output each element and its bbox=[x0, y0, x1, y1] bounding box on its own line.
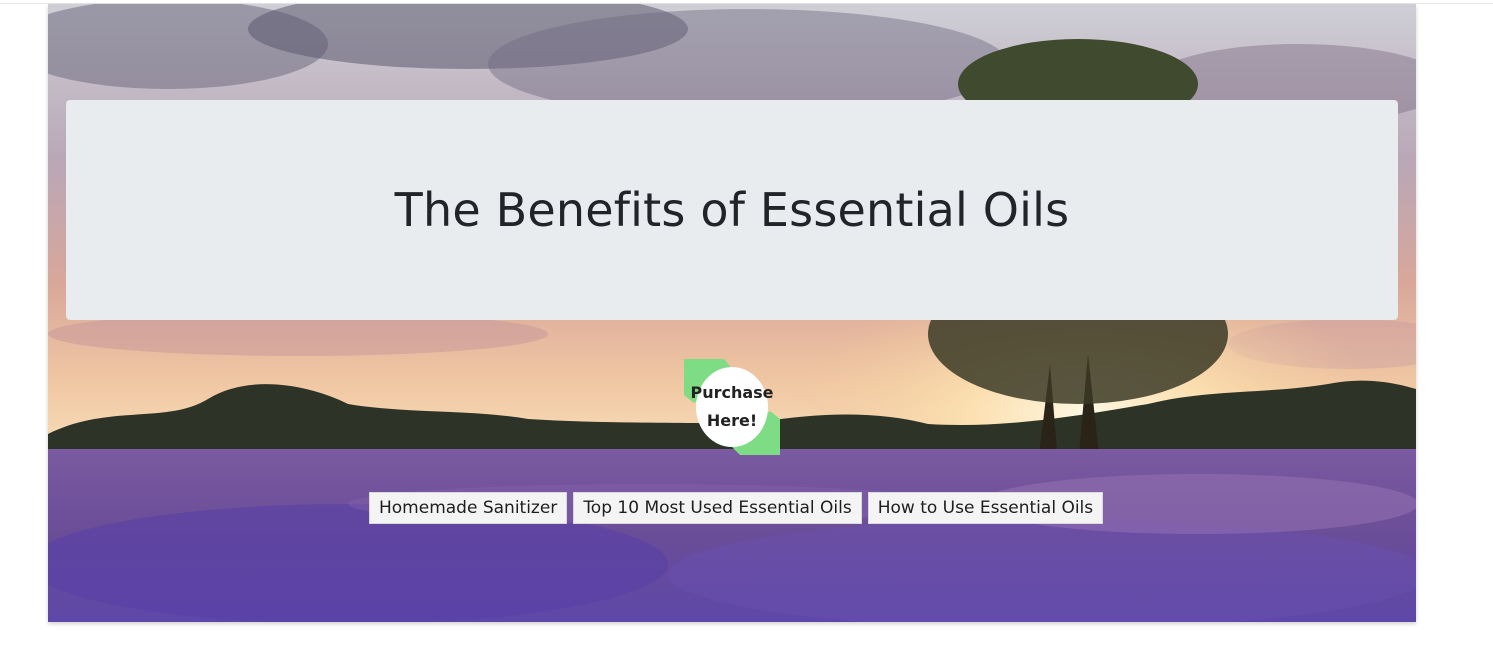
homemade-sanitizer-button[interactable]: Homemade Sanitizer bbox=[369, 492, 568, 524]
page-title: The Benefits of Essential Oils bbox=[394, 183, 1070, 237]
how-to-use-oils-button[interactable]: How to Use Essential Oils bbox=[867, 492, 1104, 524]
top-10-oils-button[interactable]: Top 10 Most Used Essential Oils bbox=[573, 492, 862, 524]
hero-section: The Benefits of Essential Oils Purchase … bbox=[48, 4, 1416, 622]
purchase-button-label: Purchase Here! bbox=[690, 383, 774, 430]
title-banner: The Benefits of Essential Oils bbox=[66, 100, 1398, 320]
nav-button-group: Homemade Sanitizer Top 10 Most Used Esse… bbox=[369, 492, 1104, 524]
purchase-button[interactable]: Purchase Here! bbox=[690, 367, 774, 447]
purchase-badge: Purchase Here! bbox=[684, 359, 780, 455]
